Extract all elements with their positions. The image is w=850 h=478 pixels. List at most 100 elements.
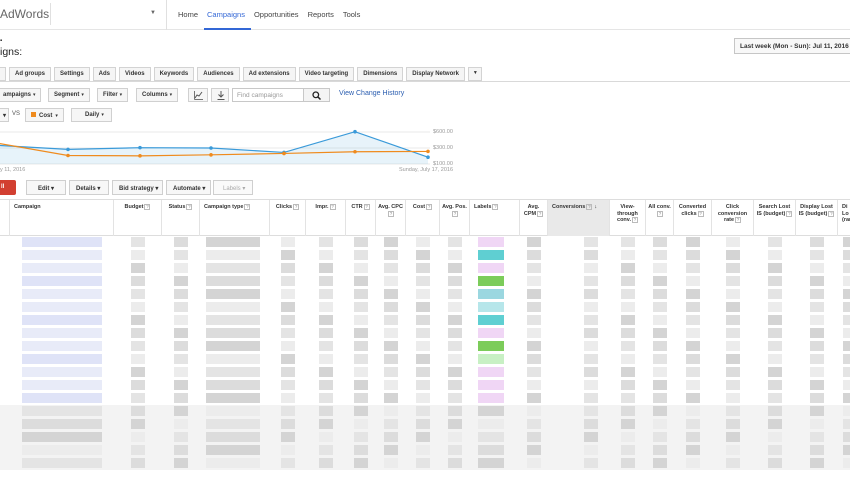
table-row[interactable] xyxy=(0,301,850,314)
help-icon[interactable]: ? xyxy=(735,217,742,223)
automate-dropdown[interactable]: Automate ▾ xyxy=(166,180,211,195)
table-row[interactable] xyxy=(0,353,850,366)
help-icon[interactable]: ? xyxy=(492,204,499,210)
interval-dropdown[interactable]: Daily ▾ xyxy=(71,108,112,122)
campaigns-dropdown[interactable]: ampaigns ▾ xyxy=(0,88,41,102)
help-icon[interactable]: ? xyxy=(186,204,193,210)
tab-display-network[interactable]: Display Network xyxy=(406,67,465,81)
filter-dropdown[interactable]: Filter ▾ xyxy=(97,88,129,102)
bid-strategy-dropdown[interactable]: Bid strategy ▾ xyxy=(112,180,163,195)
more-tabs-chevron-icon[interactable]: ▼ xyxy=(467,67,482,81)
select-all-column[interactable] xyxy=(0,200,10,236)
column-header[interactable]: Campaign type? xyxy=(200,200,270,236)
tab-dimensions[interactable]: Dimensions xyxy=(357,67,404,81)
column-header[interactable]: Converted clicks? xyxy=(674,200,712,236)
column-header[interactable]: Clicks? xyxy=(270,200,306,236)
edit-dropdown[interactable]: Edit ▾ xyxy=(26,180,66,195)
column-header[interactable]: Conversions? ↓ xyxy=(548,200,610,236)
column-header[interactable]: Click conversion rate? xyxy=(712,200,754,236)
column-header[interactable]: Budget? xyxy=(114,200,162,236)
table-row[interactable] xyxy=(0,366,850,379)
account-selector[interactable]: ▼ xyxy=(50,3,162,25)
table-row[interactable] xyxy=(0,405,850,418)
table-row[interactable] xyxy=(0,379,850,392)
tab-audiences[interactable]: Audiences xyxy=(197,67,240,81)
help-icon[interactable]: ? xyxy=(586,204,593,210)
tab-ad-extensions[interactable]: Ad extensions xyxy=(242,67,296,81)
find-campaigns-input[interactable]: Find campaigns xyxy=(232,88,304,102)
help-icon[interactable]: ? xyxy=(293,204,300,210)
column-header[interactable]: Cost? xyxy=(406,200,440,236)
table-row[interactable] xyxy=(0,236,850,249)
column-header[interactable]: Avg. Pos.? xyxy=(440,200,470,236)
columns-dropdown[interactable]: Columns ▾ xyxy=(136,88,179,102)
help-icon[interactable]: ? xyxy=(329,204,336,210)
help-icon[interactable]: ? xyxy=(144,204,151,210)
column-header[interactable]: Search Lost IS (budget)? xyxy=(754,200,796,236)
help-icon[interactable]: ? xyxy=(452,210,458,217)
table-row[interactable] xyxy=(0,327,850,340)
help-icon[interactable]: ? xyxy=(363,204,370,210)
details-dropdown[interactable]: Details ▾ xyxy=(69,180,109,195)
vs-label: VS xyxy=(12,111,21,117)
column-header[interactable]: Di Lo (ran xyxy=(838,200,850,236)
tab-videos[interactable]: Videos xyxy=(119,67,151,81)
table-row[interactable] xyxy=(0,457,850,470)
column-header[interactable]: Labels? xyxy=(470,200,520,236)
download-button[interactable] xyxy=(211,88,229,102)
tab-settings[interactable]: Settings xyxy=(54,67,90,81)
help-icon[interactable]: ? xyxy=(697,210,704,217)
help-icon[interactable]: ? xyxy=(426,204,433,210)
help-icon[interactable]: ? xyxy=(631,217,638,223)
view-change-history-link[interactable]: View Change History xyxy=(339,90,404,97)
nav-opportunities[interactable]: Opportunities xyxy=(251,0,305,30)
table-row[interactable] xyxy=(0,314,850,327)
help-icon[interactable]: ? xyxy=(786,210,793,217)
table-row[interactable] xyxy=(0,288,850,301)
table-row[interactable] xyxy=(0,444,850,457)
tab-video-targeting[interactable]: Video targeting xyxy=(298,67,355,81)
help-icon[interactable]: ? xyxy=(537,210,544,217)
add-button[interactable]: ll xyxy=(0,180,16,195)
date-range-picker[interactable]: Last week (Mon - Sun): Jul 11, 2016 - xyxy=(734,38,850,54)
table-row[interactable] xyxy=(0,431,850,444)
search-button[interactable] xyxy=(303,88,330,102)
nav-tools[interactable]: Tools xyxy=(340,0,367,30)
nav-campaigns[interactable]: Campaigns xyxy=(204,0,251,30)
metric2-dropdown[interactable]: Cost ▾ xyxy=(25,108,64,122)
labels-dropdown[interactable]: Labels ▾ xyxy=(213,180,253,195)
column-header[interactable]: Display Lost IS (budget)? xyxy=(796,200,838,236)
tab-campaigns-partial[interactable] xyxy=(0,67,6,81)
table-row[interactable] xyxy=(0,275,850,288)
column-header[interactable]: View-through conv.? xyxy=(610,200,646,236)
nav-reports[interactable]: Reports xyxy=(305,0,340,30)
adwords-logo[interactable]: AdWords xyxy=(0,7,49,21)
table-row[interactable] xyxy=(0,418,850,431)
metric1-dropdown[interactable]: ▾ xyxy=(0,108,9,122)
column-header[interactable]: Avg. CPM? xyxy=(520,200,548,236)
chart-toggle-button[interactable] xyxy=(188,88,208,102)
tab-keywords[interactable]: Keywords xyxy=(153,67,195,81)
table-row[interactable] xyxy=(0,249,850,262)
column-header[interactable]: Campaign xyxy=(10,200,114,236)
column-header[interactable]: Avg. CPC? xyxy=(376,200,406,236)
tab-ads[interactable]: Ads xyxy=(92,67,117,81)
nav-home[interactable]: Home xyxy=(175,0,204,30)
help-icon[interactable]: ? xyxy=(828,210,835,217)
column-header[interactable]: Impr.? xyxy=(306,200,346,236)
sort-desc-icon[interactable]: ↓ xyxy=(594,204,597,210)
column-header[interactable]: CTR? xyxy=(346,200,376,236)
table-row[interactable] xyxy=(0,262,850,275)
table-row[interactable] xyxy=(0,392,850,405)
help-icon[interactable]: ? xyxy=(388,210,394,217)
column-header[interactable]: All conv.? xyxy=(646,200,674,236)
tab-ad-groups[interactable]: Ad groups xyxy=(9,67,51,81)
column-header[interactable]: Status? xyxy=(162,200,200,236)
segment-dropdown[interactable]: Segment ▾ xyxy=(48,88,90,102)
help-icon[interactable]: ? xyxy=(244,204,251,210)
table-cell xyxy=(448,263,462,273)
help-icon[interactable]: ? xyxy=(657,210,663,217)
table-cell xyxy=(843,276,850,286)
table-row[interactable] xyxy=(0,340,850,353)
table-cell xyxy=(174,289,188,299)
